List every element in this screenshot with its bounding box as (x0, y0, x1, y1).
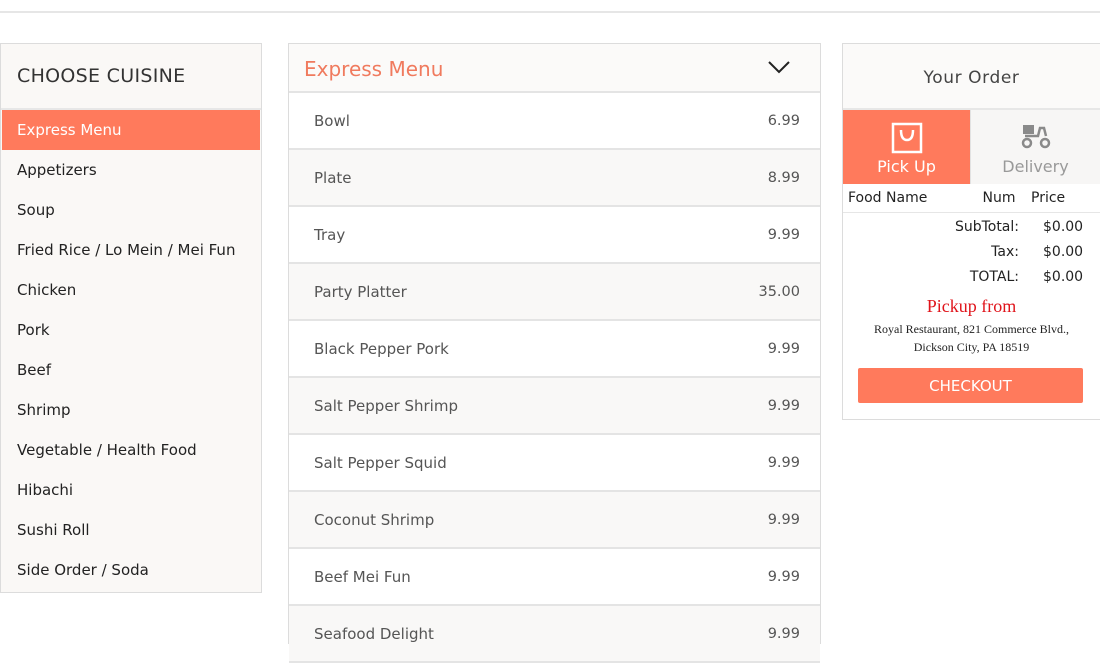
cuisine-heading: CHOOSE CUISINE (1, 44, 261, 110)
top-divider (0, 11, 1100, 13)
total-value: $0.00 (1043, 269, 1084, 285)
menu-item-name: Seafood Delight (314, 624, 434, 643)
menu-item-name: Coconut Shrimp (314, 510, 435, 529)
menu-item-price: 9.99 (767, 226, 800, 243)
menu-item-price: 8.99 (767, 169, 800, 186)
shopping-bag-icon (891, 122, 922, 154)
cuisine-item-soup[interactable]: Soup (1, 190, 261, 230)
cuisine-item-appetizers[interactable]: Appetizers (1, 150, 261, 190)
menu-item[interactable]: Salt Pepper Shrimp 9.99 (289, 378, 820, 435)
checkout-button[interactable]: CHECKOUT (858, 368, 1083, 403)
pickup-option[interactable]: Pick Up (843, 110, 971, 184)
pickup-from-heading: Pickup from (926, 296, 1017, 316)
menu-item[interactable]: Black Pepper Pork 9.99 (289, 321, 820, 378)
delivery-option[interactable]: Delivery (971, 110, 1100, 184)
menu-item[interactable]: Tray 9.99 (289, 207, 820, 264)
menu-item-price: 9.99 (767, 511, 800, 528)
cuisine-item-beef[interactable]: Beef (1, 350, 261, 390)
subtotal-label: SubTotal: (954, 219, 1019, 235)
cuisine-item-pork[interactable]: Pork (1, 310, 261, 350)
cuisine-item-shrimp[interactable]: Shrimp (1, 390, 261, 430)
menu-item[interactable]: Seafood Delight 9.99 (289, 606, 820, 663)
menu-item[interactable]: Coconut Shrimp 9.99 (289, 492, 820, 549)
menu-item-name: Salt Pepper Squid (314, 453, 447, 472)
column-num: Num (968, 184, 1030, 213)
scooter-icon (1021, 125, 1050, 149)
pickup-label: Pick Up (877, 157, 936, 176)
menu-item[interactable]: Plate 8.99 (289, 150, 820, 207)
menu-item-name: Salt Pepper Shrimp (314, 396, 458, 415)
order-panel: Your Order Pick Up Delivery Food Name Nu… (842, 43, 1100, 420)
cuisine-item-express-menu[interactable]: Express Menu (2, 110, 260, 150)
column-food-name: Food Name (843, 184, 968, 213)
menu-item-name: Tray (314, 225, 346, 244)
subtotal-value: $0.00 (1043, 219, 1084, 235)
order-title: Your Order (843, 44, 1100, 110)
cuisine-item-hibachi[interactable]: Hibachi (1, 470, 261, 510)
menu-item-price: 9.99 (767, 625, 800, 642)
pickup-address: Royal Restaurant, 821 Commerce Blvd., Di… (843, 320, 1100, 356)
menu-item-name: Bowl (314, 111, 350, 130)
menu-item-price: 9.99 (767, 340, 800, 357)
menu-header[interactable]: Express Menu (289, 44, 820, 93)
menu-item-name: Party Platter (314, 282, 407, 301)
order-items-table: Food Name Num Price (843, 184, 1100, 213)
menu-item-price: 9.99 (767, 397, 800, 414)
tax-label: Tax: (991, 244, 1019, 260)
menu-item-price: 6.99 (767, 112, 800, 129)
delivery-label: Delivery (1002, 157, 1069, 176)
cuisine-item-side-order[interactable]: Side Order / Soda (1, 550, 261, 590)
cuisine-item-chicken[interactable]: Chicken (1, 270, 261, 310)
total-label: TOTAL: (969, 269, 1019, 285)
menu-item[interactable]: Beef Mei Fun 9.99 (289, 549, 820, 606)
menu-item[interactable]: Salt Pepper Squid 9.99 (289, 435, 820, 492)
tax-value: $0.00 (1043, 244, 1084, 260)
cuisine-list: Express Menu Appetizers Soup Fried Rice … (1, 110, 261, 590)
menu-title: Express Menu (304, 57, 444, 81)
order-totals: SubTotal: $0.00 Tax: $0.00 TOTAL: $0.00 (843, 215, 1100, 290)
chevron-down-icon[interactable] (768, 60, 790, 74)
menu-item-name: Black Pepper Pork (314, 339, 449, 358)
menu-item-name: Beef Mei Fun (314, 567, 411, 586)
menu-item[interactable]: Bowl 6.99 (289, 93, 820, 150)
menu-item-price: 35.00 (758, 283, 800, 300)
menu-panel: Express Menu Bowl 6.99 Plate 8.99 Tray 9… (288, 43, 821, 663)
column-price: Price (1030, 184, 1100, 213)
address-line-2: Dickson City, PA 18519 (913, 340, 1030, 354)
menu-item-price: 9.99 (767, 454, 800, 471)
cuisine-sidebar: CHOOSE CUISINE Express Menu Appetizers S… (0, 43, 262, 593)
menu-item[interactable]: Party Platter 35.00 (289, 264, 820, 321)
menu-list: Bowl 6.99 Plate 8.99 Tray 9.99 Party Pla… (289, 93, 820, 663)
menu-item-price: 9.99 (767, 568, 800, 585)
menu-item-name: Plate (314, 168, 352, 187)
cuisine-item-fried-rice[interactable]: Fried Rice / Lo Mein / Mei Fun (1, 230, 261, 270)
address-line-1: Royal Restaurant, 821 Commerce Blvd., (874, 322, 1069, 336)
cuisine-item-sushi-roll[interactable]: Sushi Roll (1, 510, 261, 550)
order-mode-selector: Pick Up Delivery (843, 110, 1100, 184)
cuisine-item-vegetable[interactable]: Vegetable / Health Food (1, 430, 261, 470)
